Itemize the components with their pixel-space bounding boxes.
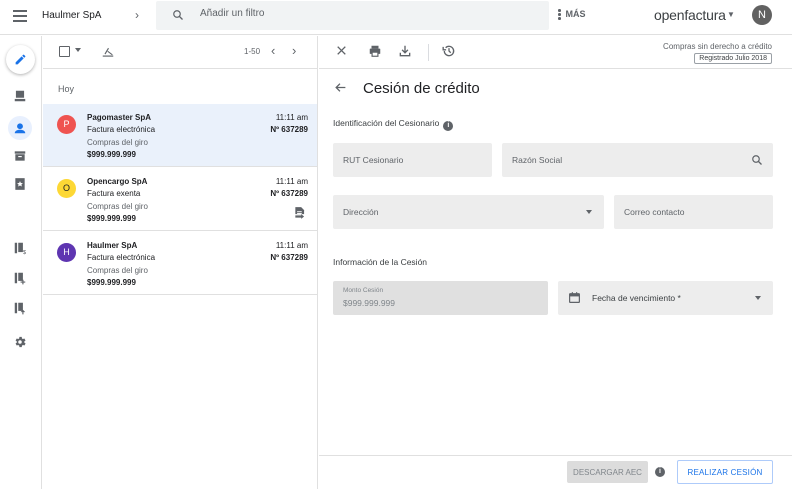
inbox-download-icon[interactable]	[10, 86, 30, 106]
razon-social-field[interactable]: Razón Social	[502, 143, 773, 177]
sender-avatar: H	[57, 243, 76, 262]
search-icon[interactable]	[172, 9, 184, 21]
select-all-checkbox[interactable]	[59, 46, 70, 57]
info-icon[interactable]: i	[443, 121, 454, 131]
compose-button[interactable]	[6, 45, 35, 74]
more-vert-icon	[558, 9, 561, 20]
sender-avatar: O	[57, 179, 76, 198]
star-doc-icon[interactable]	[10, 174, 30, 194]
document-description: Compras del giro	[87, 138, 148, 147]
detail-toolbar: Compras sin derecho a crédito Registrado…	[319, 36, 792, 69]
rut-label: RUT Cesionario	[343, 155, 404, 165]
detail-panel: Compras sin derecho a crédito Registrado…	[319, 36, 792, 489]
chevron-left-icon[interactable]: ‹	[271, 43, 275, 58]
company-name[interactable]: Haulmer SpA	[42, 10, 101, 21]
direccion-field[interactable]: Dirección	[333, 195, 604, 229]
more-label: MÁS	[565, 9, 586, 20]
document-description: Compras del giro	[87, 202, 148, 211]
history-icon[interactable]	[442, 44, 456, 58]
correo-label: Correo contacto	[624, 207, 685, 217]
doc-dollar-icon[interactable]: $	[10, 238, 30, 258]
section-cesionario: Identificación del Cesionario i	[333, 118, 454, 131]
document-time: 11:11 am	[275, 113, 308, 122]
doc-transfer-icon[interactable]	[293, 206, 307, 220]
action-footer: DESCARGAR AEC i REALIZAR CESIÓN	[319, 455, 792, 489]
monto-cesion-field: Monto Cesión $999.999.999	[333, 281, 548, 315]
sender-name: Haulmer SpA	[87, 241, 138, 250]
sender-avatar: P	[57, 115, 76, 134]
chevron-right-icon[interactable]: ›	[292, 43, 296, 58]
document-amount: $999.999.999	[87, 278, 136, 287]
descargar-aec-button[interactable]: DESCARGAR AEC	[567, 461, 648, 483]
document-description: Compras del giro	[87, 266, 148, 275]
page-title: Cesión de crédito	[363, 80, 480, 97]
dropdown-arrow-icon[interactable]	[755, 296, 761, 300]
pagination-range: 1-50	[244, 47, 261, 56]
document-number: Nº 637289	[270, 253, 308, 262]
fecha-label: Fecha de vencimiento *	[592, 293, 681, 303]
search-icon[interactable]	[751, 154, 763, 166]
archive-icon[interactable]	[10, 146, 30, 166]
list-item[interactable]: P Pagomaster SpA Factura electrónica Compra…	[43, 104, 317, 167]
fecha-vencimiento-field[interactable]: Fecha de vencimiento *	[558, 281, 773, 315]
list-item[interactable]: H Haulmer SpA Factura electrónica Compras d…	[43, 232, 317, 295]
document-time: 11:11 am	[275, 241, 308, 250]
person-icon[interactable]	[10, 118, 30, 138]
document-amount: $999.999.999	[87, 150, 136, 159]
info-icon[interactable]: i	[655, 467, 665, 477]
search-bar[interactable]	[156, 1, 549, 30]
direccion-label: Dirección	[343, 207, 379, 217]
rut-field[interactable]: RUT Cesionario	[333, 143, 492, 177]
dropdown-arrow-icon[interactable]	[586, 210, 592, 214]
document-type: Factura exenta	[87, 189, 141, 198]
chevron-right-icon[interactable]: ›	[135, 8, 139, 22]
back-arrow-icon[interactable]	[334, 81, 347, 94]
search-input[interactable]	[200, 8, 530, 19]
document-note: Compras sin derecho a crédito	[663, 42, 772, 51]
chevron-down-icon[interactable]: ▼	[727, 10, 735, 19]
pencil-icon	[15, 54, 26, 65]
print-icon[interactable]	[368, 44, 382, 58]
gear-icon[interactable]	[10, 332, 30, 352]
list-toolbar: 1-50 ‹ ›	[43, 36, 318, 69]
monto-value: $999.999.999	[343, 298, 395, 308]
document-list-panel: 1-50 ‹ › Hoy P Pagomaster SpA Factura elec…	[43, 36, 318, 489]
list-item[interactable]: O Opencargo SpA Factura exenta Compras del …	[43, 168, 317, 231]
left-rail: $	[0, 36, 42, 489]
sender-name: Pagomaster SpA	[87, 113, 152, 122]
sort-icon[interactable]	[101, 45, 115, 59]
document-type: Factura electrónica	[87, 253, 156, 262]
sender-name: Opencargo SpA	[87, 177, 148, 186]
doc-upload-icon[interactable]	[10, 298, 30, 318]
download-icon[interactable]	[398, 44, 412, 58]
menu-icon[interactable]	[13, 10, 27, 22]
doc-plus-icon[interactable]	[10, 268, 30, 288]
top-bar: Haulmer SpA › MÁS openfactura ▼ N	[0, 0, 792, 35]
more-button[interactable]: MÁS	[558, 9, 586, 20]
correo-field[interactable]: Correo contacto	[614, 195, 773, 229]
document-time: 11:11 am	[275, 177, 308, 186]
registration-badge: Registrado Julio 2018	[694, 53, 772, 64]
document-number: Nº 637289	[270, 189, 308, 198]
toolbar-divider	[428, 44, 429, 61]
brand-logo[interactable]: openfactura	[654, 7, 726, 23]
section-cesionario-label: Identificación del Cesionario	[333, 118, 440, 128]
svg-text:$: $	[23, 250, 27, 255]
section-cesion: Información de la Cesión	[333, 257, 428, 267]
day-group-label: Hoy	[58, 84, 75, 94]
select-dropdown-icon[interactable]	[75, 48, 81, 52]
razon-social-label: Razón Social	[512, 155, 563, 165]
calendar-icon[interactable]	[568, 291, 581, 304]
app-root: Haulmer SpA › MÁS openfactura ▼ N	[0, 0, 792, 489]
document-type: Factura electrónica	[87, 125, 156, 134]
document-number: Nº 637289	[270, 125, 308, 134]
realizar-cesion-button[interactable]: REALIZAR CESIÓN	[677, 460, 773, 484]
document-amount: $999.999.999	[87, 214, 136, 223]
monto-label: Monto Cesión	[343, 287, 384, 294]
user-avatar[interactable]: N	[752, 5, 772, 25]
close-icon[interactable]	[335, 44, 348, 57]
